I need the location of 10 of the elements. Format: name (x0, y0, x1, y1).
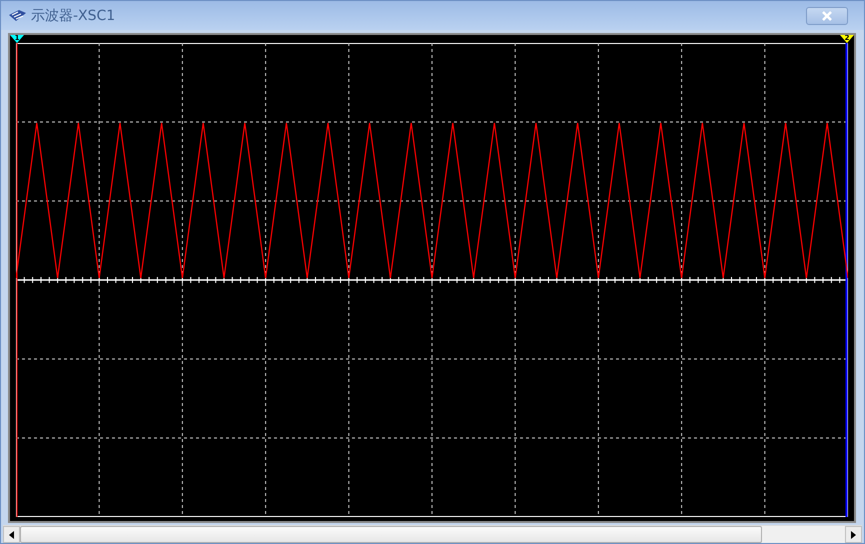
scroll-thumb[interactable] (20, 526, 762, 543)
horizontal-scrollbar[interactable] (3, 525, 862, 543)
right-arrow-icon (851, 530, 856, 538)
close-icon (821, 10, 833, 20)
scroll-right-button[interactable] (845, 526, 862, 543)
close-button[interactable] (806, 6, 848, 24)
window-title: 示波器-XSC1 (31, 6, 116, 24)
scroll-left-button[interactable] (3, 526, 20, 543)
app-icon (7, 8, 27, 22)
left-arrow-icon (9, 530, 14, 538)
